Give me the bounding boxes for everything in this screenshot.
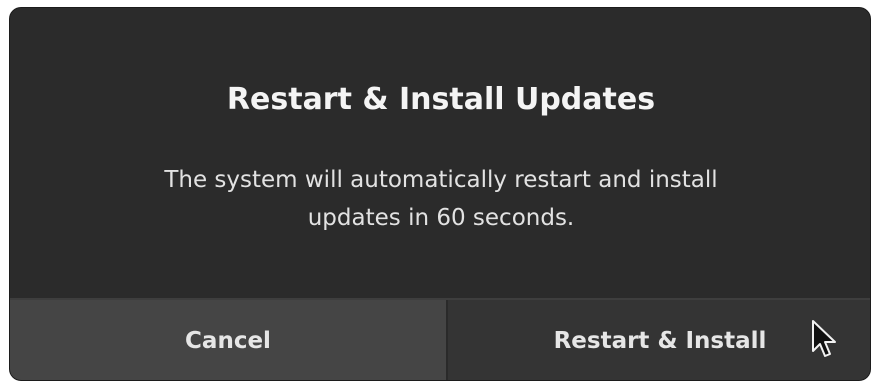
restart-install-button[interactable]: Restart & Install: [448, 300, 870, 380]
dialog-button-row: Cancel Restart & Install: [10, 298, 870, 380]
cancel-button[interactable]: Cancel: [10, 300, 448, 380]
mouse-pointer-icon: [812, 320, 836, 357]
dialog-content: Restart & Install Updates The system wil…: [10, 8, 870, 298]
dialog-message: The system will automatically restart an…: [164, 167, 718, 231]
restart-install-dialog: Restart & Install Updates The system wil…: [9, 7, 871, 381]
dialog-title: Restart & Install Updates: [226, 82, 656, 117]
